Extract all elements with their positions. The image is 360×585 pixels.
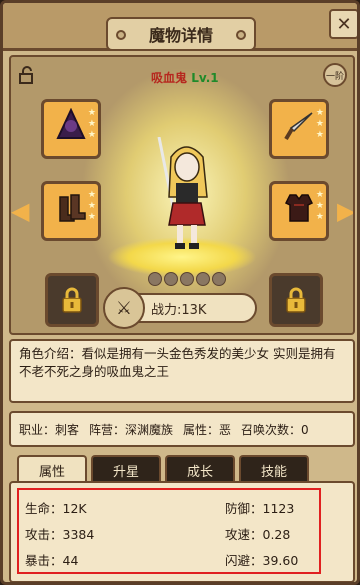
stat-dodge: 闪避：39.60 [225,553,299,568]
rank-badge-label: 一阶 [325,71,344,82]
empty-star-icon [196,272,210,286]
tab-star-up[interactable]: 升星 [91,455,161,483]
page-title: 魔物详情 [148,26,213,45]
equip-stars: ★ ★ ★ [87,190,96,222]
rank-badge[interactable]: 一阶 [323,63,347,87]
empty-star-icon [180,272,194,286]
stats-panel: 生命：12K 攻击：3384 暴击：44 防御：1123 攻速：0.28 闪避：… [9,481,355,582]
equip-stars: ★ ★ ★ [87,108,96,140]
info-summons: 召唤次数：0 [241,422,309,437]
character-description: 角色介绍：看似是拥有一头金色秀发的美少女 实则是拥有不老不死之身的吸血鬼之王 [9,339,355,403]
header-bar: 魔物详情 ✕ [3,3,357,51]
tab-skills[interactable]: 技能 [239,455,309,483]
monster-name-row: 吸血鬼 Lv.1 [151,69,219,86]
tab-attributes[interactable]: 属性 [17,455,87,483]
locked-slot-right[interactable] [269,273,323,327]
info-attribute: 属性：恶 [183,422,232,437]
info-job: 职业：刺客 [19,422,80,437]
equip-slot-hood[interactable]: ★ ★ ★ [41,99,101,159]
equip-stars: ★ ★ ★ [315,108,324,140]
tab-growth[interactable]: 成长 [165,455,235,483]
lock-icon [286,287,306,313]
stat-crit: 暴击：44 [25,553,79,568]
monster-detail-panel: 魔物详情 ✕ 吸血鬼 Lv.1 一阶 ★ ★ ★ ★ ★ ★ ★ ★ ★ ★ ★… [0,0,360,585]
stat-attack-speed: 攻速：0.28 [225,527,291,542]
unlock-icon[interactable] [17,65,37,85]
equip-slot-dagger[interactable]: ★ ★ ★ [269,99,329,159]
prev-monster-arrow[interactable]: ◀ [11,197,29,225]
monster-stage: 吸血鬼 Lv.1 一阶 ★ ★ ★ ★ ★ ★ ★ ★ ★ ★ ★ ★ ◀ ▶ … [9,55,355,335]
monster-star-rating [148,272,226,286]
vampire-character [151,136,221,257]
monster-level: Lv.1 [191,71,219,85]
stat-attack: 攻击：3384 [25,527,95,542]
hood-icon [54,107,88,151]
stats-highlight-box: 生命：12K 攻击：3384 暴击：44 防御：1123 攻速：0.28 闪避：… [17,488,321,574]
boots-icon [54,191,88,232]
next-monster-arrow[interactable]: ▶ [337,197,353,225]
stat-hp: 生命：12K [25,501,87,516]
stat-defense: 防御：1123 [225,501,295,516]
armor-icon [282,191,316,232]
close-icon: ✕ [336,13,352,35]
equip-slot-boots[interactable]: ★ ★ ★ [41,181,101,241]
title-ornament-left [116,30,126,40]
dagger-icon [282,109,316,150]
lock-icon [62,287,82,313]
empty-star-icon [212,272,226,286]
monster-info-row: 职业：刺客 阵营：深渊魔族 属性：恶 召唤次数：0 [9,411,355,447]
monster-name: 吸血鬼 [151,71,188,85]
combat-power: ⚔ 战力:13K [103,287,257,329]
empty-star-icon [148,272,162,286]
detail-tabs: 属性 升星 成长 技能 [17,455,309,483]
combat-power-label: 战力:13K [151,302,207,318]
locked-slot-left[interactable] [45,273,99,327]
crossed-swords-icon: ⚔ [103,287,145,329]
empty-star-icon [164,272,178,286]
title-plate: 魔物详情 [106,17,256,51]
equip-stars: ★ ★ ★ [315,190,324,222]
title-ornament-right [236,30,246,40]
equip-slot-armor[interactable]: ★ ★ ★ [269,181,329,241]
info-faction: 阵营：深渊魔族 [89,422,174,437]
close-button[interactable]: ✕ [329,9,357,39]
